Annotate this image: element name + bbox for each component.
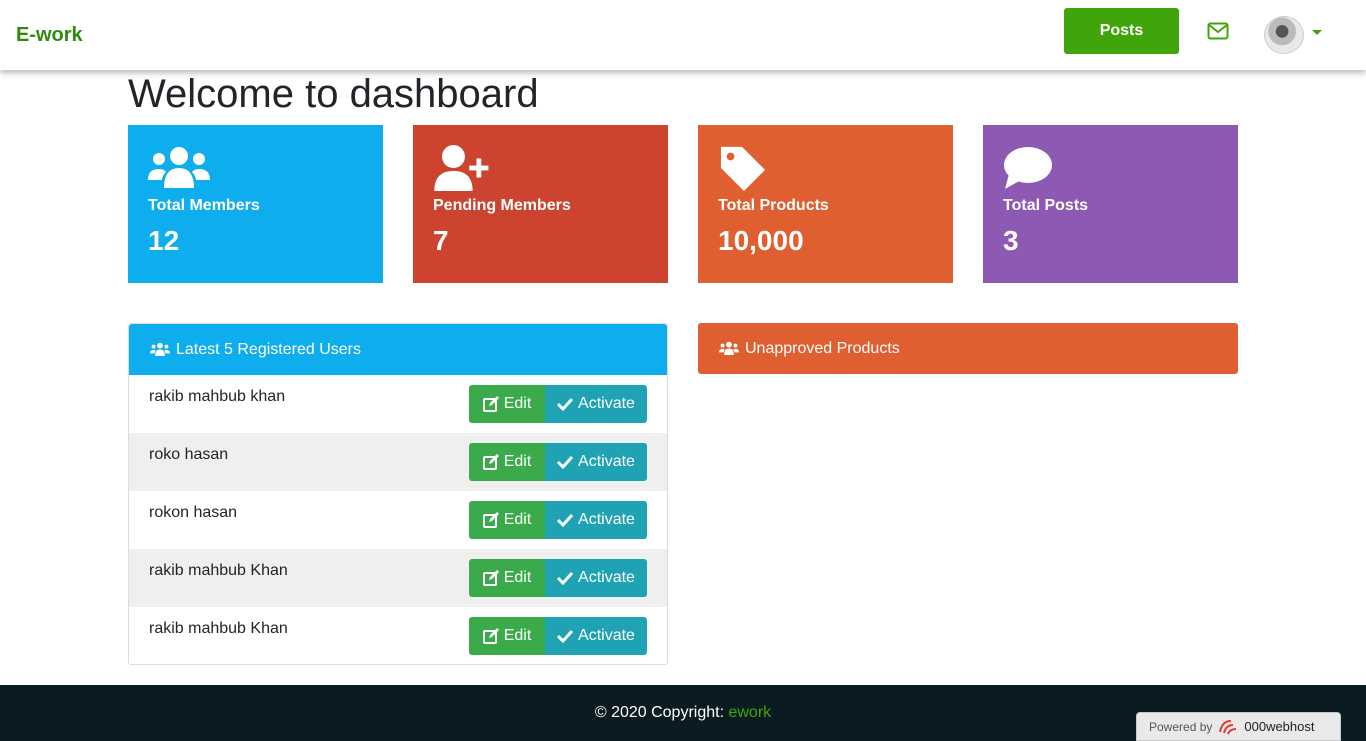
copyright-text: © 2020 Copyright: [594, 704, 729, 721]
edit-icon [482, 628, 499, 644]
edit-label: Edit [503, 511, 532, 528]
activate-label: Activate [578, 395, 635, 412]
powered-by-text: Powered by [1149, 719, 1213, 734]
host-logo-icon [1219, 719, 1237, 734]
latest-users-panel: Latest 5 Registered Users rakib mahbub k… [128, 323, 668, 665]
user-row: rokon hasan Edit Activate [129, 491, 667, 549]
check-icon [557, 513, 574, 527]
page-title: Welcome to dashboard [128, 72, 539, 116]
comment-icon [1004, 147, 1052, 189]
user-row: rakib mahbub khan Edit Activate [129, 375, 667, 433]
brand-link[interactable]: E-work [16, 24, 83, 47]
check-icon [557, 571, 574, 585]
envelope-icon[interactable] [1207, 22, 1229, 40]
top-navbar: E-work Posts [0, 0, 1366, 70]
unapproved-products-panel: Unapproved Products [698, 323, 1238, 375]
stat-value: 12 [148, 225, 180, 256]
user-row: rakib mahbub Khan Edit Activate [129, 549, 667, 607]
check-icon [557, 397, 574, 411]
stat-label: Total Products [718, 197, 829, 214]
check-icon [557, 629, 574, 643]
posts-button[interactable]: Posts [1064, 8, 1179, 54]
panel-header: Latest 5 Registered Users [129, 324, 667, 375]
edit-button[interactable]: Edit [469, 617, 545, 655]
edit-icon [482, 512, 499, 528]
powered-by-badge[interactable]: Powered by 000webhost [1136, 712, 1341, 741]
stat-card-total-posts: Total Posts 3 [983, 125, 1238, 283]
activate-label: Activate [578, 627, 635, 644]
edit-icon [482, 396, 499, 412]
user-row: rakib mahbub Khan Edit Activate [129, 607, 667, 665]
activate-button[interactable]: Activate [545, 385, 647, 423]
panel-title: Unapproved Products [745, 339, 900, 357]
tag-icon [720, 146, 766, 191]
users-icon [148, 147, 210, 188]
stat-label: Total Posts [1003, 197, 1089, 214]
stat-value: 3 [1003, 225, 1019, 256]
activate-button[interactable]: Activate [545, 443, 647, 481]
stat-value: 7 [433, 225, 449, 256]
edit-button[interactable]: Edit [469, 559, 545, 597]
stat-card-total-products: Total Products 10,000 [698, 125, 953, 283]
stat-card-total-members: Total Members 12 [128, 125, 383, 283]
activate-label: Activate [578, 453, 635, 470]
edit-label: Edit [503, 627, 532, 644]
activate-button[interactable]: Activate [545, 501, 647, 539]
users-icon [150, 342, 170, 356]
edit-button[interactable]: Edit [469, 501, 545, 539]
footer: © 2020 Copyright: ework Powered by 000we… [0, 685, 1366, 741]
edit-icon [482, 570, 499, 586]
user-plus-icon [434, 145, 489, 191]
user-name: roko hasan [149, 446, 229, 463]
activate-label: Activate [578, 569, 635, 586]
caret-down-icon[interactable] [1312, 30, 1322, 35]
activate-button[interactable]: Activate [545, 617, 647, 655]
check-icon [557, 455, 574, 469]
stat-card-pending-members: Pending Members 7 [413, 125, 668, 283]
stat-label: Total Members [148, 197, 260, 214]
activate-label: Activate [578, 511, 635, 528]
edit-icon [482, 454, 499, 470]
edit-label: Edit [503, 569, 532, 586]
stat-label: Pending Members [433, 197, 571, 214]
footer-link[interactable]: ework [728, 704, 771, 721]
host-name: 000webhost [1244, 719, 1315, 734]
users-icon [719, 341, 739, 355]
user-name: rakib mahbub Khan [149, 562, 288, 579]
user-name: rokon hasan [149, 504, 238, 521]
activate-button[interactable]: Activate [545, 559, 647, 597]
edit-button[interactable]: Edit [469, 443, 545, 481]
stat-value: 10,000 [718, 225, 804, 256]
user-name: rakib mahbub khan [149, 388, 286, 405]
edit-label: Edit [503, 453, 532, 470]
user-avatar[interactable] [1264, 16, 1304, 54]
user-name: rakib mahbub Khan [149, 620, 288, 637]
panel-header: Unapproved Products [698, 323, 1238, 374]
edit-label: Edit [503, 395, 532, 412]
user-row: roko hasan Edit Activate [129, 433, 667, 491]
panel-title: Latest 5 Registered Users [176, 340, 361, 358]
edit-button[interactable]: Edit [469, 385, 545, 423]
